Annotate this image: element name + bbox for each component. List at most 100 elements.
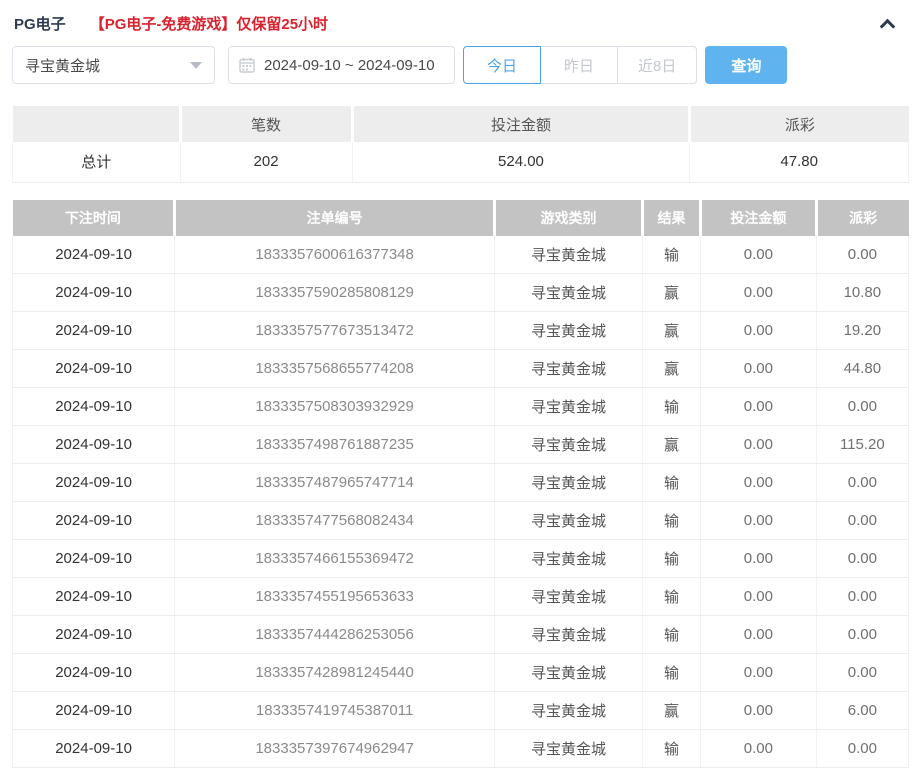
- summary-total-payout: 47.80: [689, 142, 909, 183]
- quick-date-last8days-button[interactable]: 近8日: [617, 46, 698, 84]
- cell-order-id: 1833357444286253056: [174, 615, 495, 654]
- cell-bet-amount: 0.00: [700, 387, 817, 426]
- cell-result: 输: [641, 653, 701, 692]
- records-header-bet-time: 下注时间: [12, 199, 175, 236]
- summary-total-row: 总计 202 524.00 47.80: [12, 142, 909, 183]
- cell-order-id: 1833357508303932929: [174, 387, 495, 426]
- cell-game-type: 寻宝黄金城: [494, 273, 643, 312]
- table-row: 2024-09-10 1833357477568082434 寻宝黄金城 输 0…: [11, 501, 910, 540]
- summary-header-payout: 派彩: [688, 106, 909, 142]
- cell-game-type: 寻宝黄金城: [494, 463, 643, 502]
- cell-game-type: 寻宝黄金城: [494, 501, 643, 540]
- date-range-input[interactable]: 2024-09-10 ~ 2024-09-10: [228, 46, 455, 84]
- pg-records-panel: PG电子 【PG电子-免费游戏】仅保留25小时 寻宝黄金城 2024-09-10: [0, 0, 921, 768]
- summary-header-count: 笔数: [178, 106, 353, 142]
- cell-bet-time: 2024-09-10: [11, 729, 175, 768]
- cell-payout: 0.00: [815, 463, 910, 502]
- cell-order-id: 1833357577673513472: [174, 311, 495, 350]
- quick-date-button-group: 今日 昨日 近8日: [463, 46, 698, 84]
- game-select[interactable]: 寻宝黄金城: [12, 46, 215, 84]
- cell-bet-time: 2024-09-10: [11, 273, 175, 312]
- table-row: 2024-09-10 1833357577673513472 寻宝黄金城 赢 0…: [11, 311, 910, 350]
- cell-bet-time: 2024-09-10: [11, 387, 175, 426]
- cell-game-type: 寻宝黄金城: [494, 539, 643, 578]
- cell-result: 赢: [641, 311, 701, 350]
- cell-game-type: 寻宝黄金城: [494, 387, 643, 426]
- summary-total-count: 202: [179, 142, 353, 183]
- search-button[interactable]: 查询: [705, 46, 788, 84]
- cell-bet-amount: 0.00: [700, 425, 817, 464]
- cell-payout: 0.00: [815, 729, 910, 768]
- cell-bet-time: 2024-09-10: [11, 539, 175, 578]
- quick-date-today-button[interactable]: 今日: [463, 46, 541, 84]
- table-row: 2024-09-10 1833357466155369472 寻宝黄金城 输 0…: [11, 539, 910, 578]
- cell-bet-amount: 0.00: [700, 311, 817, 350]
- cell-order-id: 1833357477568082434: [174, 501, 495, 540]
- table-row: 2024-09-10 1833357428981245440 寻宝黄金城 输 0…: [11, 653, 910, 692]
- cell-order-id: 1833357419745387011: [174, 691, 495, 730]
- cell-game-type: 寻宝黄金城: [494, 311, 643, 350]
- filter-row: 寻宝黄金城 2024-09-10 ~ 2024-09-10 今日 昨日 近8日 …: [12, 46, 909, 84]
- table-row: 2024-09-10 1833357590285808129 寻宝黄金城 赢 0…: [11, 273, 910, 312]
- date-range-value: 2024-09-10 ~ 2024-09-10: [264, 56, 435, 74]
- cell-result: 输: [641, 615, 701, 654]
- records-header-payout: 派彩: [814, 199, 909, 236]
- quick-date-yesterday-button[interactable]: 昨日: [540, 46, 618, 84]
- table-row: 2024-09-10 1833357397674962947 寻宝黄金城 输 0…: [11, 729, 910, 768]
- cell-payout: 0.00: [815, 501, 910, 540]
- cell-result: 赢: [641, 691, 701, 730]
- table-row: 2024-09-10 1833357419745387011 寻宝黄金城 赢 0…: [11, 691, 910, 730]
- cell-order-id: 1833357590285808129: [174, 273, 495, 312]
- cell-payout: 0.00: [815, 387, 910, 426]
- summary-total-bet-amount: 524.00: [351, 142, 690, 183]
- cell-result: 输: [641, 235, 701, 274]
- caret-down-icon: [190, 61, 202, 69]
- records-header-bet-amount: 投注金额: [699, 199, 817, 236]
- cell-game-type: 寻宝黄金城: [494, 425, 643, 464]
- summary-header-empty: [12, 106, 181, 142]
- cell-game-type: 寻宝黄金城: [494, 691, 643, 730]
- cell-bet-time: 2024-09-10: [11, 615, 175, 654]
- cell-result: 赢: [641, 349, 701, 388]
- chevron-up-icon: [879, 18, 896, 34]
- records-header-order-id: 注单编号: [173, 199, 495, 236]
- cell-payout: 0.00: [815, 615, 910, 654]
- summary-table: 笔数 投注金额 派彩 总计 202 524.00 47.80: [12, 106, 909, 183]
- cell-result: 输: [641, 577, 701, 616]
- cell-bet-amount: 0.00: [700, 653, 817, 692]
- table-row: 2024-09-10 1833357568655774208 寻宝黄金城 赢 0…: [11, 349, 910, 388]
- cell-result: 输: [641, 539, 701, 578]
- table-row: 2024-09-10 1833357444286253056 寻宝黄金城 输 0…: [11, 615, 910, 654]
- cell-game-type: 寻宝黄金城: [494, 615, 643, 654]
- records-header-row: 下注时间 注单编号 游戏类别 结果 投注金额 派彩: [12, 199, 909, 236]
- cell-bet-amount: 0.00: [700, 729, 817, 768]
- table-row: 2024-09-10 1833357600616377348 寻宝黄金城 输 0…: [11, 235, 910, 274]
- collapse-panel-button[interactable]: [878, 14, 897, 34]
- cell-bet-time: 2024-09-10: [11, 653, 175, 692]
- cell-game-type: 寻宝黄金城: [494, 729, 643, 768]
- cell-bet-amount: 0.00: [700, 235, 817, 274]
- records-table-body: 2024-09-10 1833357600616377348 寻宝黄金城 输 0…: [11, 235, 910, 768]
- cell-order-id: 1833357397674962947: [174, 729, 495, 768]
- cell-bet-amount: 0.00: [700, 349, 817, 388]
- cell-bet-time: 2024-09-10: [11, 235, 175, 274]
- cell-payout: 19.20: [815, 311, 910, 350]
- cell-order-id: 1833357498761887235: [174, 425, 495, 464]
- records-table: 下注时间 注单编号 游戏类别 结果 投注金额 派彩 2024-09-10 183…: [11, 199, 910, 768]
- cell-order-id: 1833357487965747714: [174, 463, 495, 502]
- cell-payout: 115.20: [815, 425, 910, 464]
- cell-payout: 10.80: [815, 273, 910, 312]
- cell-game-type: 寻宝黄金城: [494, 349, 643, 388]
- cell-bet-time: 2024-09-10: [11, 425, 175, 464]
- table-row: 2024-09-10 1833357498761887235 寻宝黄金城 赢 0…: [11, 425, 910, 464]
- cell-order-id: 1833357428981245440: [174, 653, 495, 692]
- cell-bet-time: 2024-09-10: [11, 349, 175, 388]
- cell-bet-time: 2024-09-10: [11, 501, 175, 540]
- summary-header-row: 笔数 投注金额 派彩: [12, 106, 909, 142]
- summary-header-bet-amount: 投注金额: [350, 106, 690, 142]
- table-row: 2024-09-10 1833357455195653633 寻宝黄金城 输 0…: [11, 577, 910, 616]
- cell-result: 输: [641, 387, 701, 426]
- cell-payout: 0.00: [815, 539, 910, 578]
- cell-bet-amount: 0.00: [700, 501, 817, 540]
- game-select-value: 寻宝黄金城: [25, 57, 101, 75]
